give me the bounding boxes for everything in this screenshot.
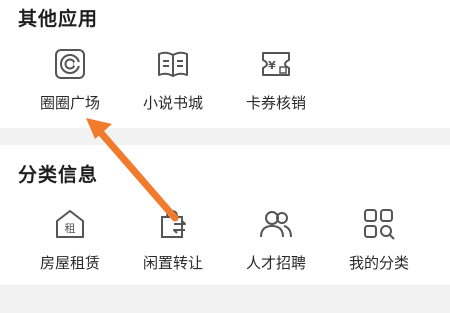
app-item-label: 卡券核销 [245,94,306,112]
circle-square-icon [55,49,85,79]
classified-info-section: 分类信息 租 房屋租赁 闲置转让 人才招聘 我的分类 [0,145,450,285]
app-item-house-rent[interactable]: 租 房屋租赁 [18,207,122,273]
exchange-bag-icon [161,209,186,238]
app-item-circle-square[interactable]: 圈圈广场 [18,47,122,113]
grid-search-icon [364,209,395,240]
app-item-label: 圈圈广场 [39,94,100,112]
section-title-other-apps: 其他应用 [18,8,99,30]
section-title-classified-info: 分类信息 [18,164,99,186]
app-item-label: 房屋租赁 [39,254,100,272]
open-book-icon [158,51,188,77]
app-item-label: 闲置转让 [142,254,203,272]
app-item-label: 人才招聘 [245,254,306,272]
app-item-idle-transfer[interactable]: 闲置转让 [121,207,225,273]
other-apps-section: 其他应用 圈圈广场 小说书城 ¥ 卡券核销 [0,0,450,128]
app-item-label: 我的分类 [348,254,409,272]
app-item-my-category[interactable]: 我的分类 [327,207,431,273]
yen-ticket-icon: ¥ [262,52,290,76]
house-rent-icon: 租 [56,210,84,238]
app-item-talent-recruit[interactable]: 人才招聘 [224,207,328,273]
app-item-label: 小说书城 [142,94,203,112]
svg-text:¥: ¥ [268,59,276,72]
app-item-coupon-verify[interactable]: ¥ 卡券核销 [224,47,328,113]
svg-text:租: 租 [65,222,76,235]
people-icon [260,211,292,238]
app-item-novel-bookstore[interactable]: 小说书城 [121,47,225,113]
